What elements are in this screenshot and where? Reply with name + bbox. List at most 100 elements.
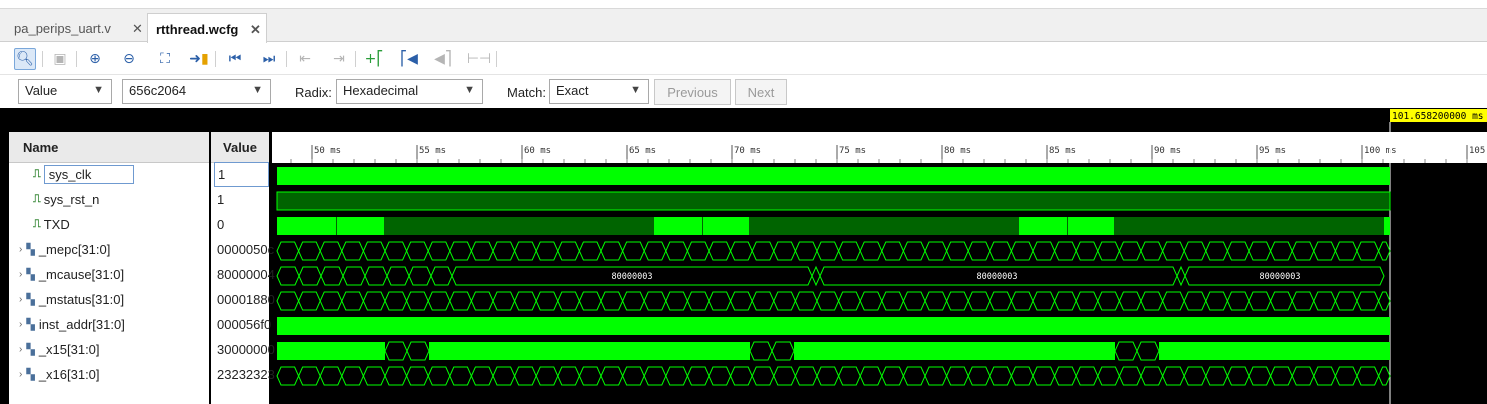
wave-txd-pulse [654, 217, 702, 235]
goto-start-icon[interactable]: ⏮ [224, 48, 246, 70]
match-select[interactable]: Exact ▼ [549, 79, 649, 104]
zoom-select-icon[interactable]: 🔍︎ [14, 48, 36, 70]
goto-end-icon[interactable]: ⏭ [258, 48, 280, 70]
wave-mepc-segment [1334, 241, 1358, 261]
goto-cursor-icon[interactable]: ➜ ▮ [188, 48, 210, 70]
zoom-fit-icon[interactable]: ⛶ [154, 48, 176, 70]
wave-mstatus-segment [859, 291, 883, 311]
wave-mcause-segment [386, 266, 410, 286]
wave-mepc-segment [578, 241, 602, 261]
signal-name: _mstatus[31:0] [38, 292, 125, 307]
next-transition-icon[interactable]: ⇥ [328, 48, 350, 70]
close-icon[interactable]: ✕ [132, 21, 143, 37]
wave-x16-segment [1118, 366, 1142, 386]
wave-mepc-segment [730, 241, 753, 261]
wave-mstatus-segment [276, 291, 300, 311]
signal-row[interactable]: › ▚ _x15[31:0] [19, 337, 100, 362]
timeline-tick-label: 100 ms [1364, 146, 1397, 156]
wave-x16-segment [406, 366, 429, 386]
signal-name: _mepc[31:0] [38, 242, 111, 257]
wave-mstatus-segment [535, 291, 559, 311]
close-icon[interactable]: ✕ [250, 22, 261, 38]
chevron-right-icon[interactable]: › [19, 244, 22, 255]
zoom-out-icon[interactable]: ⊖ [118, 48, 140, 70]
wave-mepc-segment [794, 241, 818, 261]
wave-sys-rst-n [276, 191, 1391, 211]
wave-x16-segment [1032, 366, 1056, 386]
signal-row[interactable]: › ▚ _mepc[31:0] [19, 237, 110, 262]
next-button[interactable]: Next [735, 79, 787, 105]
wave-x15-dense [277, 342, 385, 360]
wave-x16-segment [1183, 366, 1207, 386]
signal-row[interactable]: ⎍ sys_clk [33, 162, 134, 187]
chevron-right-icon[interactable]: › [19, 319, 22, 330]
wave-mepc-segment [1118, 241, 1142, 261]
wave-x16-segment [276, 366, 300, 386]
tab-rtthread-wcfg[interactable]: rtthread.wcfg ✕ [147, 13, 267, 44]
wave-mstatus-segment [708, 291, 732, 311]
wave-mepc-segment [514, 241, 537, 261]
wave-mstatus-segment [1097, 291, 1120, 311]
wave-mstatus-segment [794, 291, 818, 311]
prev-marker-icon[interactable]: ⎡◀ [398, 48, 420, 70]
previous-button[interactable]: Previous [654, 79, 731, 105]
save-icon[interactable]: ▣ [49, 48, 71, 70]
wave-mstatus-segment [773, 291, 796, 311]
wave-mepc-segment [1032, 241, 1056, 261]
chevron-right-icon[interactable]: › [19, 294, 22, 305]
wave-mcause-label: 80000003 [612, 272, 653, 282]
signal-value: 23232323 [217, 367, 275, 382]
wave-mepc-segment [708, 241, 732, 261]
wave-mcause-segment [342, 266, 366, 286]
wave-x16-segment [427, 366, 451, 386]
cursor-time-label: 101.658200000 ms [1392, 111, 1484, 122]
radix-label: Radix: [295, 85, 332, 100]
wave-mcause-segment [298, 266, 322, 286]
wave-mstatus-segment [902, 291, 926, 311]
wave-txd-pulse [277, 217, 288, 235]
prev-transition-icon[interactable]: ⇤ [294, 48, 316, 70]
signal-row[interactable]: ⎍ TXD [33, 212, 70, 237]
wave-x16-segment [794, 366, 818, 386]
toolbar-separator [355, 51, 356, 67]
wave-mstatus-segment [622, 291, 645, 311]
chevron-right-icon[interactable]: › [19, 369, 22, 380]
wave-x16-segment [838, 366, 861, 386]
wave-mstatus-segment [924, 291, 948, 311]
signal-row[interactable]: › ▚ _x16[31:0] [19, 362, 100, 387]
search-type-select[interactable]: Value ▼ [18, 79, 112, 104]
signal-name: sys_clk [43, 165, 134, 184]
chevron-right-icon[interactable]: › [19, 269, 22, 280]
signal-row[interactable]: › ▚ _mcause[31:0] [19, 262, 124, 287]
find-bar: Value ▼ 656c2064 ▼ Radix: Hexadecimal ▼ … [0, 76, 1487, 108]
wave-mstatus-segment [989, 291, 1012, 311]
toolbar-separator [215, 51, 216, 67]
tab-pa-perips-uart[interactable]: pa_perips_uart.v ✕ [6, 13, 144, 43]
radix-select[interactable]: Hexadecimal ▼ [336, 79, 483, 104]
wave-mstatus-segment [751, 291, 775, 311]
timeline-tick-label: 60 ms [524, 146, 551, 156]
wave-mcause-segment [408, 266, 432, 286]
timeline-tick-label: 55 ms [419, 146, 446, 156]
wave-x16-segment [449, 366, 472, 386]
signal-row[interactable]: › ▚ _mstatus[31:0] [19, 287, 124, 312]
wave-mepc-segment [1205, 241, 1228, 261]
wave-txd-pulse [1068, 217, 1114, 235]
wave-x16-segment [1334, 366, 1358, 386]
wave-mepc-segment [924, 241, 948, 261]
wave-mstatus-segment [514, 291, 537, 311]
wave-mstatus-segment [730, 291, 753, 311]
search-value-input[interactable]: 656c2064 ▼ [122, 79, 271, 104]
swap-cursors-icon[interactable]: ⊢⊣ [467, 48, 491, 70]
wave-x16-segment [1075, 366, 1099, 386]
zoom-in-icon[interactable]: ⊕ [84, 48, 106, 70]
chevron-right-icon[interactable]: › [19, 344, 22, 355]
signal-row[interactable]: ⎍ sys_rst_n [33, 187, 99, 212]
next-marker-icon[interactable]: ◀⎤ [432, 48, 454, 70]
waveform-canvas[interactable]: 50 ms 55 ms 60 ms 65 ms 70 ms 75 ms 80 ms 85 ms… [272, 108, 1487, 404]
wave-mcause-segment [1176, 265, 1186, 287]
signal-row[interactable]: › ▚ inst_addr[31:0] [19, 312, 125, 337]
add-marker-icon[interactable]: +⎡ [363, 48, 385, 70]
wave-mcause-segment [320, 266, 344, 286]
toolbar-separator [76, 51, 77, 67]
